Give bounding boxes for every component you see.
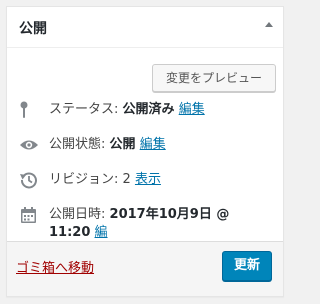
calendar-icon: [19, 206, 39, 224]
toggle-panel-icon[interactable]: [265, 22, 273, 27]
visibility-label: 公開状態:: [49, 137, 106, 152]
preview-changes-button[interactable]: 変更をプレビュー: [152, 64, 276, 92]
revisions-label: リビジョン: 2: [49, 172, 131, 187]
browse-revisions-link[interactable]: 表示: [135, 172, 161, 187]
publish-actions: ゴミ箱へ移動 更新: [7, 241, 283, 296]
edit-status-link[interactable]: 編集: [179, 102, 205, 117]
pin-icon: [19, 101, 39, 119]
panel-title: 公開: [19, 21, 47, 37]
edit-visibility-link[interactable]: 編集: [140, 137, 166, 152]
status-label: ステータス:: [49, 102, 119, 117]
publish-metabox-header[interactable]: 公開: [7, 7, 283, 48]
published-label: 公開日時:: [49, 207, 106, 222]
visibility-value: 公開: [109, 137, 136, 152]
publish-metabox: 公開 変更をプレビュー ステータス: 公開済み 編集 公開状態: 公開 編集 リ…: [6, 6, 284, 297]
eye-icon: [19, 136, 39, 154]
update-button[interactable]: 更新: [222, 251, 272, 281]
edit-date-link[interactable]: 編: [95, 225, 108, 240]
move-to-trash-link[interactable]: ゴミ箱へ移動: [16, 257, 94, 276]
status-value: 公開済み: [122, 102, 175, 117]
history-icon: [19, 171, 39, 189]
